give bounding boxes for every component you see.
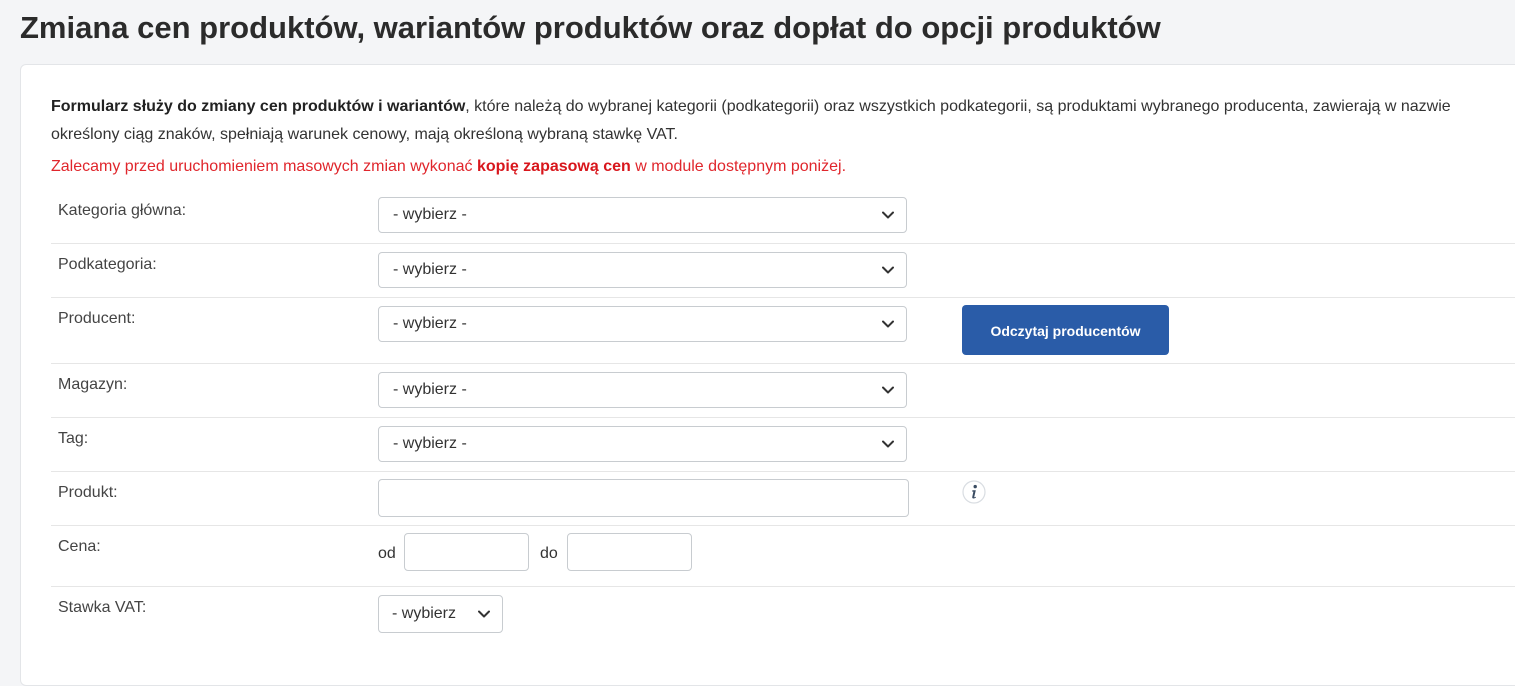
row-subcategory: Podkategoria: - wybierz -	[51, 244, 1515, 298]
price-label: Cena:	[58, 538, 101, 555]
category-select[interactable]: - wybierz -	[378, 197, 907, 233]
price-from-label: od	[378, 545, 396, 562]
subcategory-select-value: - wybierz -	[393, 261, 467, 278]
warehouse-select[interactable]: - wybierz -	[378, 372, 907, 408]
tag-select[interactable]: - wybierz -	[378, 426, 907, 462]
producer-select-value: - wybierz -	[393, 315, 467, 332]
vat-select[interactable]: - wybierz	[378, 595, 503, 633]
warning-after: w module dostępnym poniżej.	[630, 158, 847, 175]
price-to-input[interactable]	[567, 533, 692, 571]
info-icon[interactable]	[962, 480, 986, 504]
subcategory-select[interactable]: - wybierz -	[378, 252, 907, 288]
row-vat: Stawka VAT: - wybierz	[51, 587, 1515, 647]
product-input[interactable]	[378, 479, 909, 517]
vat-select-value: - wybierz	[392, 605, 457, 622]
category-label: Kategoria główna:	[58, 202, 187, 219]
warning-before: Zalecamy przed uruchomieniem masowych zm…	[51, 158, 477, 175]
chevron-down-icon	[882, 266, 894, 274]
intro-text: Formularz służy do zmiany cen produktów …	[51, 93, 1515, 149]
tag-select-value: - wybierz -	[393, 435, 467, 452]
chevron-down-icon	[478, 610, 490, 618]
price-from-input[interactable]	[404, 533, 529, 571]
subcategory-label: Podkategoria:	[58, 256, 157, 273]
warehouse-select-value: - wybierz -	[393, 381, 467, 398]
chevron-down-icon	[882, 211, 894, 219]
read-producers-button[interactable]: Odczytaj producentów	[962, 305, 1169, 355]
chevron-down-icon	[882, 320, 894, 328]
row-warehouse: Magazyn: - wybierz -	[51, 364, 1515, 418]
tag-label: Tag:	[58, 430, 89, 447]
warehouse-label: Magazyn:	[58, 376, 128, 393]
warning-backup-link: kopię zapasową cen	[476, 158, 631, 175]
form-card: Formularz służy do zmiany cen produktów …	[20, 64, 1515, 686]
backup-warning: Zalecamy przed uruchomieniem masowych zm…	[51, 155, 846, 179]
vat-label: Stawka VAT:	[58, 599, 147, 616]
chevron-down-icon	[882, 386, 894, 394]
product-label: Produkt:	[58, 484, 118, 501]
producer-label: Producent:	[58, 310, 136, 327]
chevron-down-icon	[882, 440, 894, 448]
producer-select[interactable]: - wybierz -	[378, 306, 907, 342]
row-category: Kategoria główna: - wybierz -	[51, 191, 1515, 244]
row-tag: Tag: - wybierz -	[51, 418, 1515, 472]
row-product: Produkt:	[51, 472, 1515, 526]
row-producer: Producent: - wybierz - Odczytaj producen…	[51, 298, 1515, 364]
page-title: Zmiana cen produktów, wariantów produktó…	[20, 10, 1161, 45]
intro-bold: Formularz służy do zmiany cen produktów …	[51, 98, 466, 115]
price-to-label: do	[540, 545, 558, 562]
category-select-value: - wybierz -	[393, 206, 467, 223]
row-price: Cena: od do	[51, 526, 1515, 587]
